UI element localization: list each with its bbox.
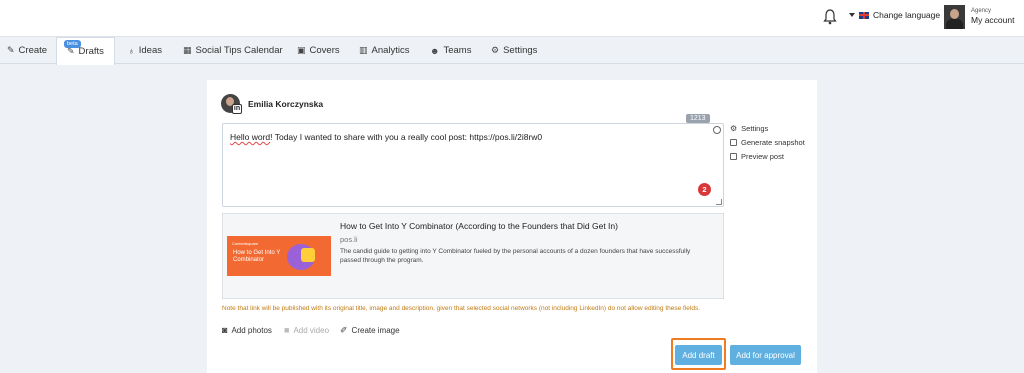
gears-icon: ⚙	[491, 45, 500, 55]
post-text: Hello word! Today I wanted to share with…	[230, 132, 542, 142]
main-nav: ✎ Create ✎ Drafts ♁ Ideas ▦ Social Tips …	[0, 37, 1024, 65]
top-bar: Change language Agency My account	[0, 0, 1024, 37]
link-preview-title: How to Get Into Y Combinator (According …	[340, 221, 618, 231]
edit-icon: ✎	[7, 45, 15, 55]
linkedin-icon: in	[232, 104, 242, 114]
tab-teams[interactable]: ☻ Teams	[430, 37, 471, 64]
change-language-dropdown[interactable]: Change language	[849, 10, 940, 20]
users-icon: ☻	[430, 45, 440, 56]
tab-label: Covers	[309, 45, 340, 56]
account-type: Agency	[971, 8, 992, 14]
add-photos-button[interactable]: ◙ Add photos	[222, 325, 272, 335]
thumbnail-brand: Contentsquare	[232, 241, 259, 246]
settings-label: Settings	[741, 124, 769, 133]
tab-ideas[interactable]: ♁ Ideas	[128, 37, 162, 64]
preview-icon	[730, 153, 737, 160]
tab-settings[interactable]: ⚙ Settings	[491, 37, 537, 64]
post-author: in Emilia Korczynska	[221, 94, 324, 114]
add-for-approval-button[interactable]: Add for approval	[730, 345, 801, 365]
caret-down-icon	[849, 13, 855, 17]
account-label: My account	[971, 15, 1015, 25]
bar-chart-icon: ▥	[359, 45, 368, 55]
add-photos-label: Add photos	[231, 325, 272, 335]
tab-label: Drafts	[78, 46, 104, 57]
thumbnail-title: How to Get Into Y Combinator	[233, 250, 281, 263]
tab-label: Teams	[443, 45, 472, 56]
post-text-rest: ! Today I wanted to share with you a rea…	[270, 132, 543, 142]
lightbulb-icon: ♁	[128, 45, 135, 56]
tab-label: Ideas	[138, 45, 162, 56]
create-image-label: Create image	[351, 326, 400, 335]
account-avatar[interactable]	[944, 5, 965, 29]
link-preview-note: Note that link will be published with it…	[222, 305, 701, 312]
tab-label: Create	[18, 45, 48, 56]
author-avatar: in	[221, 94, 242, 114]
account-menu[interactable]: Agency My account	[971, 8, 1014, 25]
tab-label: Social Tips Calendar	[195, 45, 283, 56]
gear-icon: ⚙	[730, 124, 738, 133]
preview-post-label: Preview post	[741, 152, 784, 161]
settings-action[interactable]: ⚙ Settings	[730, 124, 768, 133]
generate-snapshot-action[interactable]: Generate snapshot	[730, 138, 805, 147]
link-preview-domain: pos.li	[340, 235, 358, 244]
error-count-badge[interactable]: 2	[698, 183, 711, 196]
thumbnail-illustration-detail	[301, 248, 315, 262]
add-video-button[interactable]: ■ Add video	[284, 325, 329, 335]
tab-covers[interactable]: ▣ Covers	[297, 37, 340, 64]
link-preview-thumbnail: Contentsquare How to Get Into Y Combinat…	[227, 236, 331, 276]
brush-icon: ✐	[340, 325, 348, 335]
tab-social-tips-calendar[interactable]: ▦ Social Tips Calendar	[183, 37, 283, 64]
author-name: Emilia Korczynska	[248, 98, 324, 109]
link-preview-description: The candid guide to getting into Y Combi…	[340, 248, 691, 264]
calendar-icon: ▦	[183, 45, 192, 55]
add-video-label: Add video	[293, 325, 330, 335]
tab-create[interactable]: ✎ Create	[7, 37, 47, 64]
image-icon: ▣	[297, 45, 306, 55]
change-language-label: Change language	[873, 10, 941, 20]
beta-badge: beta	[64, 40, 81, 48]
tab-analytics[interactable]: ▥ Analytics	[359, 37, 410, 64]
video-icon: ■	[284, 325, 290, 335]
snapshot-icon	[730, 139, 737, 146]
tab-label: Analytics	[371, 45, 410, 56]
tab-label: Settings	[503, 45, 538, 56]
character-count: 1213	[686, 114, 710, 123]
add-draft-highlight	[671, 338, 726, 370]
create-image-button[interactable]: ✐ Create image	[340, 325, 400, 336]
camera-icon: ◙	[222, 325, 228, 335]
emoji-icon[interactable]	[713, 126, 721, 134]
post-text-editor[interactable]: Hello word! Today I wanted to share with…	[222, 123, 724, 207]
preview-post-action[interactable]: Preview post	[730, 152, 784, 161]
resize-handle[interactable]	[716, 199, 722, 205]
misspelled-text: Hello word	[230, 132, 271, 142]
uk-flag-icon	[859, 11, 869, 19]
generate-snapshot-label: Generate snapshot	[741, 138, 805, 147]
bell-icon[interactable]	[823, 9, 837, 25]
